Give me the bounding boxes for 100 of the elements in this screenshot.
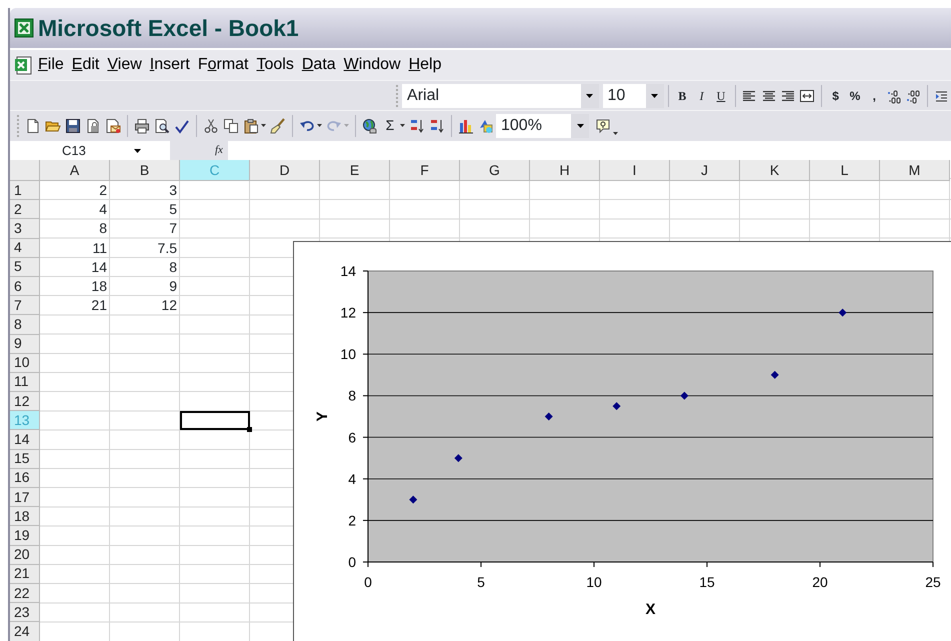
table-cell[interactable]: 18 [40, 276, 110, 296]
row-header[interactable]: 20 [10, 546, 40, 565]
table-cell[interactable]: 2 [40, 181, 110, 200]
zoom-field[interactable]: 100% [496, 114, 571, 138]
column-header[interactable]: D [250, 160, 320, 181]
row-header[interactable]: 19 [10, 526, 40, 546]
table-cell[interactable]: 8 [40, 219, 110, 239]
caret-icon [651, 94, 658, 98]
x-tick-label: 15 [699, 574, 715, 590]
row-header[interactable]: 17 [10, 488, 40, 508]
row-header[interactable]: 3 [10, 219, 40, 239]
row-header[interactable]: 10 [10, 354, 40, 373]
bar-chart-icon [458, 118, 474, 134]
menu-item[interactable]: Insert [146, 53, 194, 77]
row-header[interactable]: 18 [10, 507, 40, 526]
table-cell[interactable]: 4 [40, 200, 110, 220]
spellcheck-icon [174, 118, 190, 134]
row-header[interactable]: 7 [10, 296, 40, 316]
format-button[interactable]: , [864, 84, 884, 106]
column-header[interactable]: K [740, 160, 810, 181]
menu-item[interactable]: View [103, 53, 146, 77]
table-cell[interactable]: 3 [110, 181, 180, 200]
row-header[interactable]: 2 [10, 200, 40, 220]
selected-cell[interactable] [180, 411, 250, 430]
column-header[interactable]: B [110, 160, 180, 181]
print-preview-icon [154, 118, 170, 134]
menu-item[interactable]: Format [194, 53, 252, 77]
caret-icon [586, 94, 594, 98]
y-axis-title: Y [314, 412, 331, 422]
row-header[interactable]: 11 [10, 372, 40, 392]
row-header[interactable]: 14 [10, 430, 40, 450]
workbook-icon [14, 55, 34, 75]
new-document-icon [25, 118, 41, 134]
menu-item[interactable]: Tools [252, 53, 298, 77]
row-header[interactable]: 1 [10, 181, 40, 200]
caret-icon [613, 132, 618, 134]
dropdown-button[interactable] [581, 84, 599, 108]
menu-item[interactable]: Edit [68, 53, 104, 77]
menu-item[interactable]: Data [298, 53, 340, 77]
function-label[interactable]: fx [215, 142, 223, 158]
x-tick-label: 20 [812, 574, 828, 590]
row-header[interactable]: 5 [10, 258, 40, 277]
fill-handle[interactable] [247, 427, 252, 432]
row-header[interactable]: 22 [10, 584, 40, 604]
page-envelope-icon [105, 118, 121, 134]
menu-item[interactable]: Window [340, 53, 405, 77]
menu-item[interactable]: Help [404, 53, 446, 77]
row-header[interactable]: 15 [10, 450, 40, 469]
row-header[interactable]: 12 [10, 392, 40, 412]
column-header[interactable]: F [390, 160, 460, 181]
dropdown-button[interactable] [571, 114, 589, 138]
y-tick-label: 0 [348, 554, 356, 570]
sort-descending-icon [429, 118, 445, 134]
row-header[interactable]: 21 [10, 564, 40, 584]
row-header[interactable]: 8 [10, 315, 40, 334]
column-header[interactable]: L [810, 160, 880, 181]
format-button[interactable]: I [692, 84, 712, 106]
dropdown-button[interactable] [646, 84, 664, 108]
formula-field[interactable] [228, 140, 951, 160]
printer-icon [134, 118, 150, 134]
font-size-field[interactable]: 10 [602, 84, 646, 108]
column-header[interactable]: M [880, 160, 950, 181]
table-cell[interactable]: 11 [40, 238, 110, 258]
font-field[interactable]: Arial [402, 84, 582, 108]
y-tick-label: 2 [348, 512, 356, 528]
increase-decimal-icon [886, 88, 902, 104]
menu-item[interactable]: File [34, 53, 68, 77]
column-header[interactable]: G [460, 160, 530, 181]
row-header[interactable]: 9 [10, 334, 40, 354]
format-button[interactable]: B [672, 84, 692, 106]
table-cell[interactable]: 7.5 [110, 238, 180, 258]
column-header[interactable]: H [530, 160, 600, 181]
data-point [409, 496, 418, 504]
table-cell[interactable]: 5 [110, 200, 180, 220]
caret-icon [344, 124, 349, 127]
row-header[interactable]: 24 [10, 622, 40, 641]
table-cell[interactable]: 8 [110, 258, 180, 277]
scissors-icon [203, 118, 219, 134]
x-tick-label: 5 [477, 574, 485, 590]
row-header[interactable]: 16 [10, 468, 40, 488]
column-header[interactable]: I [600, 160, 670, 181]
name-box[interactable]: C13 [10, 140, 170, 160]
column-header[interactable]: J [670, 160, 740, 181]
format-button[interactable]: U [711, 84, 731, 106]
row-header[interactable]: 4 [10, 238, 40, 258]
table-cell[interactable]: 7 [110, 219, 180, 239]
column-header[interactable]: E [320, 160, 390, 181]
y-tick-label: 8 [348, 388, 356, 404]
table-cell[interactable]: 9 [110, 276, 180, 296]
row-header[interactable]: 23 [10, 603, 40, 622]
format-button[interactable]: $ [826, 84, 846, 106]
table-cell[interactable]: 12 [110, 296, 180, 316]
format-button[interactable]: % [845, 84, 865, 106]
sort-ascending-icon [409, 118, 425, 134]
table-cell[interactable]: 14 [40, 258, 110, 277]
row-header[interactable]: 6 [10, 276, 40, 296]
autosum-button[interactable]: Σ [380, 114, 400, 136]
column-header[interactable]: A [40, 160, 110, 181]
table-cell[interactable]: 21 [40, 296, 110, 316]
y-tick-label: 10 [340, 346, 356, 362]
